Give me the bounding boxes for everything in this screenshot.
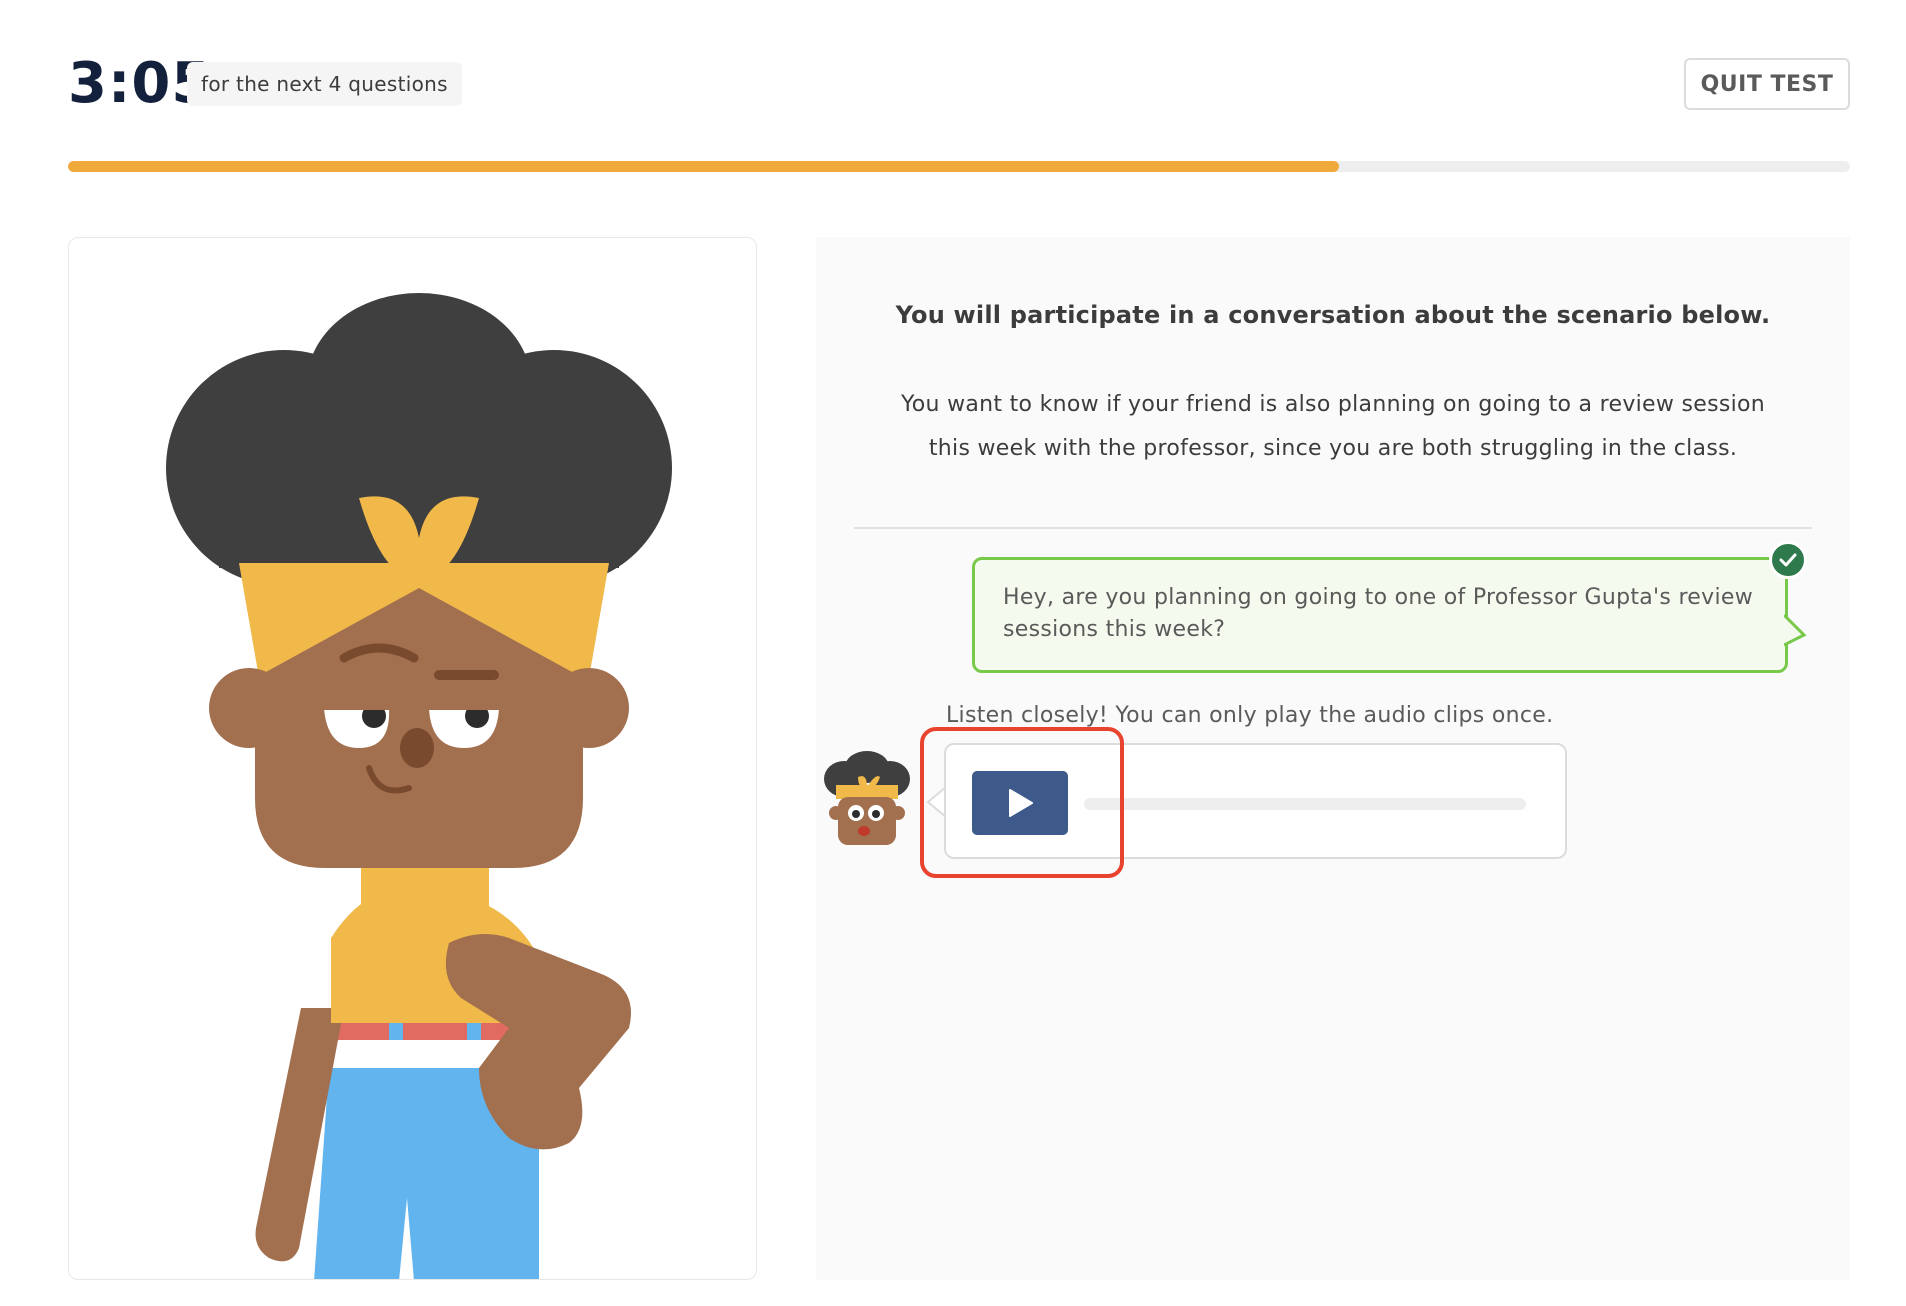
progress-bar bbox=[68, 161, 1850, 172]
play-audio-button[interactable] bbox=[972, 771, 1068, 835]
quit-test-button[interactable]: QUIT TEST bbox=[1684, 58, 1850, 110]
scenario-text: You want to know if your friend is also … bbox=[876, 383, 1790, 471]
scenario-line-2: this week with the professor, since you … bbox=[928, 436, 1738, 461]
scenario-line-1: You want to know if your friend is also … bbox=[900, 392, 1766, 417]
play-icon bbox=[1009, 789, 1033, 817]
timer-caption: for the next 4 questions bbox=[187, 62, 462, 106]
user-bubble-tail bbox=[1784, 613, 1807, 647]
question-panel: You will participate in a conversation a… bbox=[816, 237, 1850, 1280]
instruction-heading: You will participate in a conversation a… bbox=[895, 301, 1771, 329]
audio-progress-track bbox=[1084, 798, 1526, 810]
listen-note: Listen closely! You can only play the au… bbox=[946, 703, 1554, 728]
character-illustration bbox=[166, 293, 672, 1279]
progress-bar-fill bbox=[68, 161, 1339, 172]
character-panel bbox=[68, 237, 757, 1280]
character-avatar bbox=[824, 751, 910, 845]
user-message-text: Hey, are you planning on going to one of… bbox=[1003, 585, 1754, 642]
check-icon bbox=[1769, 541, 1807, 579]
divider bbox=[854, 527, 1812, 529]
user-message-bubble: Hey, are you planning on going to one of… bbox=[972, 557, 1788, 673]
